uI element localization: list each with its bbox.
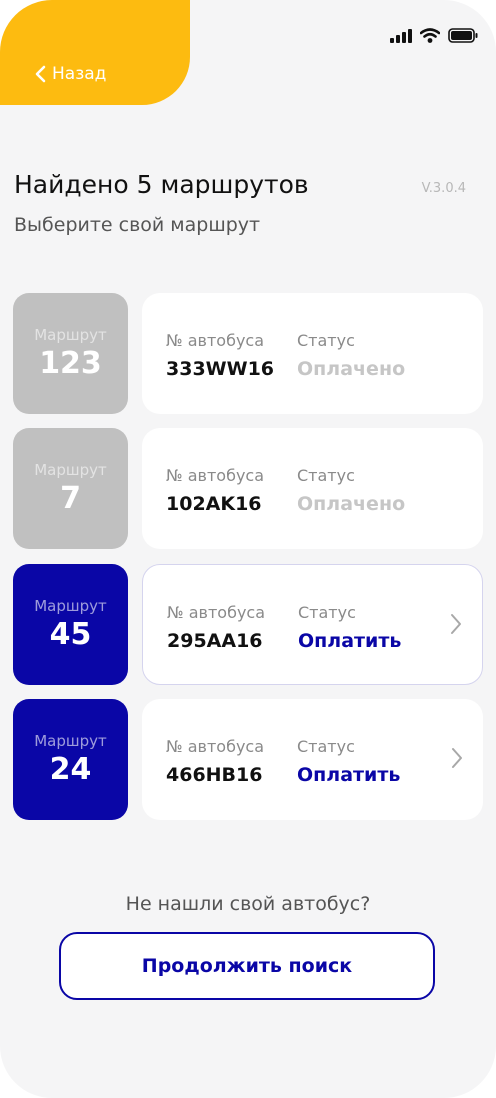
route-word: Маршрут (34, 732, 107, 750)
app-version: V.3.0.4 (421, 181, 466, 196)
route-row: Маршрут 123 № автобуса Статус 333WW16 Оп… (13, 293, 483, 414)
page-title: Найдено 5 маршрутов (14, 170, 309, 199)
bus-number-label: № автобуса (166, 331, 265, 350)
route-badge: Маршрут 7 (13, 428, 128, 549)
pay-link[interactable]: Оплатить (297, 764, 400, 786)
route-word: Маршрут (34, 461, 107, 479)
bus-plate: 466HB16 (166, 764, 263, 786)
route-number: 45 (49, 617, 92, 652)
route-card[interactable]: № автобуса Статус 295AA16 Оплатить (142, 564, 483, 685)
page-subtitle: Выберите свой маршрут (14, 214, 261, 236)
chevron-right-icon[interactable] (451, 747, 463, 773)
bus-number-label: № автобуса (166, 737, 265, 756)
status-label: Статус (298, 603, 356, 622)
route-badge: Маршрут 123 (13, 293, 128, 414)
bus-plate: 333WW16 (166, 358, 275, 380)
route-word: Маршрут (34, 326, 107, 344)
route-number: 7 (60, 481, 81, 516)
status-bar (390, 28, 478, 47)
route-card[interactable]: № автобуса Статус 466HB16 Оплатить (142, 699, 483, 820)
route-row[interactable]: Маршрут 24 № автобуса Статус 466HB16 Опл… (13, 699, 483, 820)
chevron-right-icon[interactable] (450, 613, 462, 639)
not-found-question: Не нашли свой автобус? (125, 893, 371, 915)
status-label: Статус (297, 737, 355, 756)
route-number: 24 (49, 752, 92, 787)
bus-number-label: № автобуса (167, 603, 266, 622)
status-value: Оплачено (297, 493, 406, 515)
route-card: № автобуса Статус 102AK16 Оплачено (142, 428, 483, 549)
wifi-icon (419, 28, 441, 47)
route-row[interactable]: Маршрут 45 № автобуса Статус 295AA16 Опл… (13, 564, 483, 685)
route-badge: Маршрут 24 (13, 699, 128, 820)
bus-number-label: № автобуса (166, 466, 265, 485)
route-card: № автобуса Статус 333WW16 Оплачено (142, 293, 483, 414)
route-word: Маршрут (34, 597, 107, 615)
route-badge: Маршрут 45 (13, 564, 128, 685)
chevron-left-icon (34, 65, 46, 83)
status-label: Статус (297, 466, 355, 485)
route-number: 123 (39, 346, 102, 381)
pay-link[interactable]: Оплатить (298, 630, 401, 652)
bus-plate: 295AA16 (167, 630, 263, 652)
battery-icon (448, 28, 478, 47)
screen: Назад Найдено 5 маршрутов V.3.0.4 Выбери… (0, 0, 496, 1098)
route-row: Маршрут 7 № автобуса Статус 102AK16 Опла… (13, 428, 483, 549)
signal-icon (390, 28, 412, 47)
back-label: Назад (52, 64, 107, 84)
back-button[interactable]: Назад (34, 64, 106, 84)
continue-search-button[interactable]: Продолжить поиск (59, 932, 435, 1000)
back-tab: Назад (0, 0, 190, 105)
status-label: Статус (297, 331, 355, 350)
bus-plate: 102AK16 (166, 493, 262, 515)
status-value: Оплачено (297, 358, 406, 380)
